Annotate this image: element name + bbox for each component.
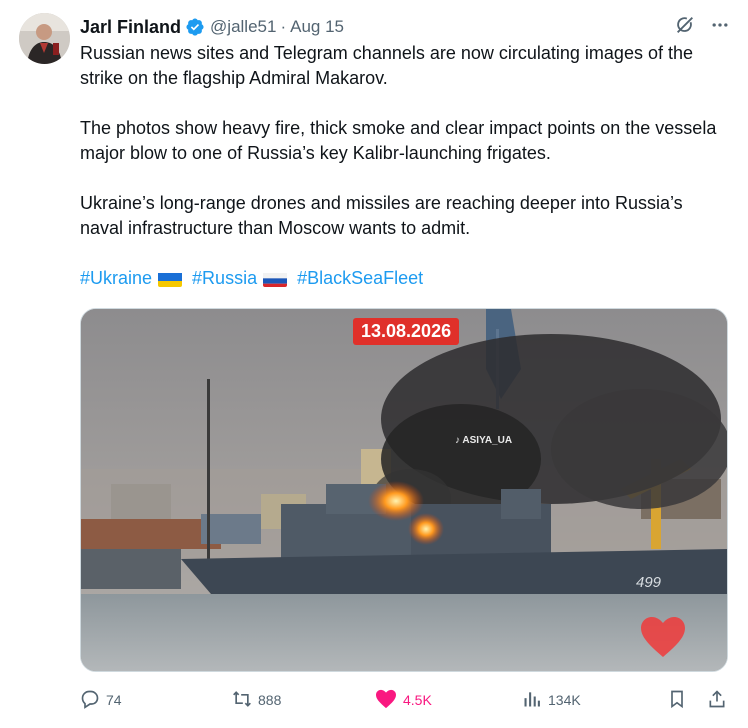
hashtag-russia[interactable]: #Russia <box>192 266 257 291</box>
tweet-date[interactable]: Aug 15 <box>290 17 344 37</box>
russia-flag-icon <box>263 271 288 287</box>
tweet-paragraph: Russian news sites and Telegram channels… <box>80 43 693 88</box>
date-stamp: 13.08.2026 <box>353 318 460 345</box>
tweet-paragraph: Ukraine’s long-range drones and missiles… <box>80 193 683 238</box>
heart-icon <box>375 689 397 712</box>
tweet-paragraph: The photos show heavy fire, thick smoke … <box>80 118 717 163</box>
hashtag-blackseafleet[interactable]: #BlackSeaFleet <box>297 266 423 291</box>
hull-number: 499 <box>636 574 662 591</box>
bookmark-icon <box>667 689 687 712</box>
author-name[interactable]: Jarl Finland <box>80 17 181 38</box>
like-button[interactable]: 4.5K <box>375 689 432 712</box>
share-button[interactable] <box>707 689 727 712</box>
video-watermark: ♪ ASIYA_UA <box>455 435 513 446</box>
top-actions <box>674 14 730 36</box>
tweet: Jarl Finland @jalle51 · Aug 15 Russian n… <box>0 0 748 728</box>
reply-button[interactable]: 74 <box>80 689 122 712</box>
repost-button[interactable]: 888 <box>232 689 281 712</box>
separator-dot: · <box>280 17 287 36</box>
reply-count: 74 <box>106 692 122 708</box>
heart-overlay-icon <box>639 615 687 659</box>
views-count: 134K <box>548 692 581 708</box>
grok-icon[interactable] <box>674 14 696 36</box>
hashtag-ukraine[interactable]: #Ukraine <box>80 266 152 291</box>
action-bar: 74 888 4.5K 134K <box>80 687 732 713</box>
avatar[interactable] <box>19 13 70 64</box>
views-icon <box>522 689 542 712</box>
reply-icon <box>80 689 100 712</box>
tweet-text: Russian news sites and Telegram channels… <box>80 41 730 291</box>
verified-badge-icon <box>185 17 205 37</box>
avatar-image <box>19 13 70 64</box>
tweet-media-image[interactable]: 13.08.2026 ♪ ASIYA_UA 499 <box>80 308 728 672</box>
repost-icon <box>232 689 252 712</box>
bookmark-button[interactable] <box>667 689 687 712</box>
more-icon[interactable] <box>710 15 730 35</box>
views-button[interactable]: 134K <box>522 689 581 712</box>
share-icon <box>707 689 727 712</box>
repost-count: 888 <box>258 692 282 708</box>
ukraine-flag-icon <box>158 271 183 287</box>
like-count: 4.5K <box>403 692 432 708</box>
tweet-header: Jarl Finland @jalle51 · Aug 15 <box>80 15 344 39</box>
warship-fire-photo <box>81 309 727 671</box>
author-handle[interactable]: @jalle51 <box>210 17 276 37</box>
hashtag-line: #Ukraine #Russia #BlackSeaFleet <box>80 266 730 291</box>
